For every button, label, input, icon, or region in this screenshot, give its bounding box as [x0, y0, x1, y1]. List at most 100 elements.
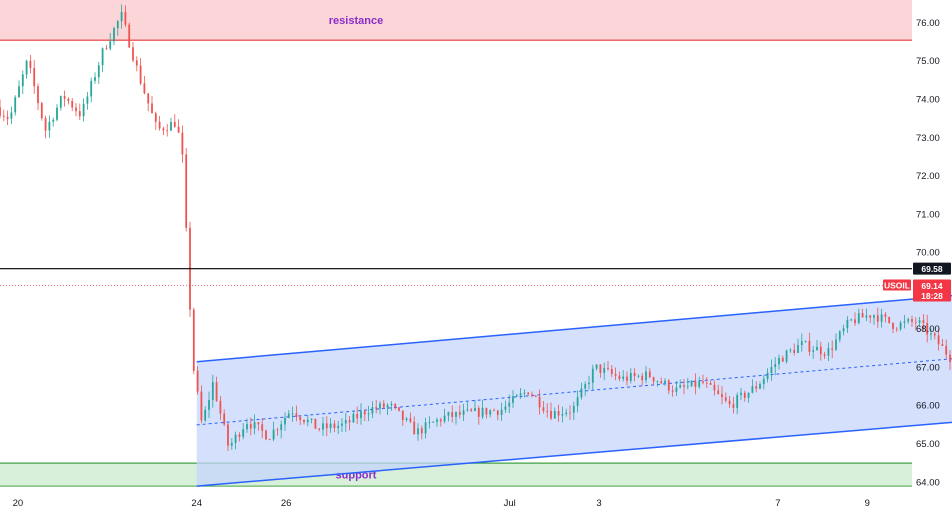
candle-body: [550, 410, 552, 419]
candle-body: [147, 93, 150, 104]
candle-body: [656, 381, 659, 383]
candle-body: [531, 394, 533, 396]
candle-body: [458, 412, 461, 415]
candle-body: [295, 413, 298, 417]
candle-body: [504, 406, 507, 410]
candle-body: [546, 410, 549, 412]
candle-body: [265, 430, 267, 440]
candle-body: [310, 418, 313, 420]
candle-body: [941, 344, 944, 346]
candle-body: [455, 412, 457, 417]
candle-body: [736, 395, 739, 408]
candle-body: [626, 376, 628, 381]
candle-body: [645, 371, 647, 381]
candle-body: [151, 103, 153, 114]
candle-body: [470, 409, 473, 411]
candle-body: [432, 421, 435, 423]
candle-body: [527, 392, 530, 395]
resistance-zone: [0, 0, 912, 41]
candle-body: [192, 309, 195, 371]
candle-body: [348, 420, 351, 423]
y-tick-label: 67.00: [916, 362, 940, 373]
candle-body: [394, 404, 397, 408]
candle-body: [86, 96, 89, 104]
candle-body: [869, 315, 872, 318]
candle-body: [272, 429, 275, 440]
candle-body: [538, 396, 541, 408]
candle-body: [21, 74, 24, 87]
candle-body: [793, 349, 796, 353]
candle-body: [94, 77, 96, 81]
candle-body: [804, 340, 807, 342]
candle-body: [713, 384, 716, 391]
candle-body: [903, 321, 906, 323]
resistance-label: resistance: [329, 15, 383, 27]
candle-body: [139, 65, 142, 84]
candle-body: [238, 434, 241, 437]
candle-body: [287, 413, 290, 418]
x-tick-label: 7: [775, 498, 780, 509]
candle-body: [911, 319, 913, 322]
candle-body: [705, 382, 708, 384]
candle-body: [500, 409, 503, 415]
price-chart[interactable]: resistancesupport 76.0075.0074.0073.0072…: [0, 0, 952, 509]
candle-body: [667, 380, 670, 391]
candle-body: [208, 399, 210, 410]
y-tick-label: 74.00: [916, 95, 940, 106]
candle-body: [721, 394, 723, 398]
candle-body: [249, 424, 252, 429]
candle-body: [409, 418, 412, 422]
candle-body: [322, 423, 324, 430]
candle-body: [785, 350, 788, 362]
candle-body: [344, 420, 347, 424]
candle-body: [291, 413, 294, 415]
candle-body: [683, 385, 685, 387]
candle-body: [170, 121, 172, 131]
candle-body: [854, 319, 856, 324]
candle-body: [280, 424, 283, 431]
candle-body: [838, 331, 841, 340]
candle-body: [823, 354, 826, 356]
candle-body: [257, 422, 260, 425]
candle-body: [417, 428, 419, 435]
candle-body: [185, 154, 188, 228]
candle-body: [542, 407, 545, 411]
candle-body: [162, 128, 165, 131]
candle-body: [52, 119, 55, 122]
candle-body: [523, 392, 526, 394]
candle-body: [812, 350, 815, 352]
candle-body: [895, 328, 898, 330]
candle-body: [59, 96, 62, 108]
candle-body: [751, 386, 754, 393]
candle-body: [367, 413, 370, 415]
candle-body: [405, 418, 408, 420]
candle-body: [398, 407, 400, 411]
candle-body: [63, 96, 66, 99]
y-tick-label: 72.00: [916, 171, 940, 182]
candle-body: [242, 429, 245, 437]
candle-body: [728, 400, 731, 405]
candle-body: [614, 373, 617, 376]
candle-body: [477, 407, 480, 417]
x-tick-label: Jul: [504, 498, 516, 509]
candle-body: [268, 439, 271, 441]
candle-body: [747, 392, 750, 398]
candle-body: [569, 412, 571, 414]
candle-body: [584, 384, 587, 389]
candle-body: [356, 413, 359, 419]
candle-body: [211, 382, 214, 400]
x-tick-label: 3: [596, 498, 601, 509]
candle-body: [633, 372, 636, 377]
candle-body: [234, 434, 237, 443]
y-tick-label: 73.00: [916, 133, 940, 144]
candle-body: [223, 413, 226, 425]
candle-body: [576, 397, 579, 406]
candle-body: [124, 11, 127, 25]
candle-body: [219, 400, 222, 414]
x-tick-label: 9: [865, 498, 870, 509]
candle-body: [14, 97, 17, 113]
candle-body: [580, 388, 583, 398]
candle-body: [390, 404, 393, 406]
candle-body: [325, 423, 328, 429]
candle-body: [158, 121, 161, 129]
